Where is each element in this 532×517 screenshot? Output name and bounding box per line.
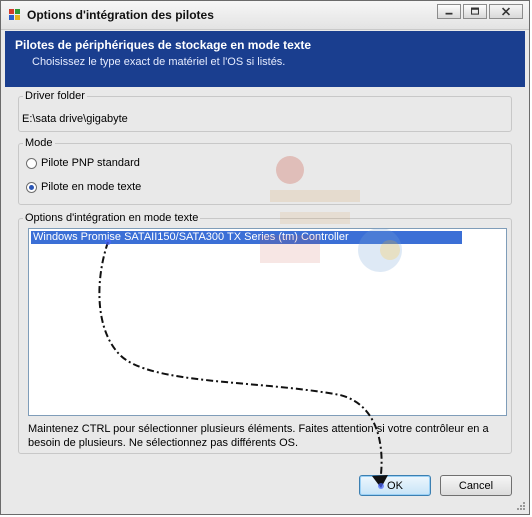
radio-label: Pilote en mode texte [41, 181, 142, 193]
minimize-icon [445, 12, 453, 15]
driver-folder-label: Driver folder [23, 90, 87, 102]
cancel-button[interactable]: Cancel [440, 475, 512, 496]
radio-indicator [26, 157, 37, 169]
title-bar[interactable]: Options d'intégration des pilotes [1, 1, 529, 30]
textmode-options-label: Options d'intégration en mode texte [23, 212, 201, 224]
header-title: Pilotes de périphériques de stockage en … [15, 38, 312, 52]
maximize-icon [471, 7, 479, 15]
radio-label: Pilote PNP standard [41, 157, 140, 169]
radio-indicator [26, 181, 37, 193]
maximize-button[interactable] [463, 4, 487, 19]
radio-pnp-standard[interactable]: Pilote PNP standard [26, 157, 140, 169]
minimize-button[interactable] [437, 4, 461, 19]
help-text: Maintenez CTRL pour sélectionner plusieu… [28, 423, 489, 449]
radio-textmode[interactable]: Pilote en mode texte [26, 181, 141, 193]
ok-button[interactable]: OK [359, 475, 431, 496]
window-controls [435, 4, 523, 19]
driver-folder-path: E:\sata drive\gigabyte [22, 113, 128, 125]
header-band: Pilotes de périphériques de stockage en … [5, 31, 525, 87]
watermark-logo [260, 156, 402, 272]
window-title: Options d'intégration des pilotes [27, 8, 214, 22]
app-icon [9, 9, 20, 20]
close-icon [501, 7, 511, 16]
close-button[interactable] [489, 4, 523, 19]
resize-grip-icon[interactable] [515, 500, 526, 511]
mode-label: Mode [23, 137, 55, 149]
header-subtitle: Choisissez le type exact de matériel et … [32, 56, 286, 68]
